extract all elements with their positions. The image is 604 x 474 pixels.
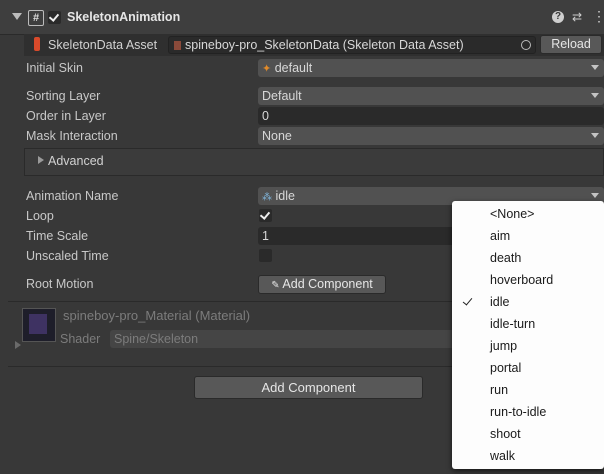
advanced-box — [24, 148, 604, 176]
animation-icon: ⁂ — [262, 192, 272, 203]
help-icon[interactable]: ? — [552, 11, 564, 23]
skeleton-data-field[interactable]: spineboy-pro_SkeletonData (Skeleton Data… — [168, 36, 536, 54]
menu-item-run[interactable]: run — [490, 380, 508, 400]
menu-item-aim[interactable]: aim — [490, 226, 510, 246]
script-icon: # — [28, 10, 44, 26]
wand-icon: ✎ — [271, 280, 280, 291]
unscaled-checkbox[interactable] — [259, 249, 272, 262]
sorting-layer-value: Default — [262, 89, 302, 103]
animation-dropdown-menu: <None> aim death hoverboard idle idle-tu… — [452, 201, 604, 469]
skin-icon: ✦ — [262, 63, 272, 75]
check-icon — [462, 295, 473, 306]
initial-skin-dropdown[interactable]: ✦ default — [258, 59, 604, 77]
initial-skin-label: Initial Skin — [26, 61, 83, 75]
menu-item-hoverboard[interactable]: hoverboard — [490, 270, 553, 290]
menu-item-idle[interactable]: idle — [490, 292, 509, 312]
loop-checkbox[interactable] — [259, 209, 272, 222]
sorting-layer-label: Sorting Layer — [26, 89, 101, 103]
root-motion-label: Root Motion — [26, 277, 94, 291]
initial-skin-value: default — [274, 61, 313, 75]
object-picker-icon[interactable] — [521, 40, 531, 50]
loop-label: Loop — [26, 209, 54, 223]
unscaled-label: Unscaled Time — [26, 249, 109, 263]
menu-item-run-to-idle[interactable]: run-to-idle — [490, 402, 546, 422]
order-input[interactable]: 0 — [258, 107, 604, 125]
material-thumbnail — [22, 308, 56, 342]
reload-button[interactable]: Reload — [540, 35, 602, 54]
chevron-down-icon — [591, 133, 599, 138]
context-menu-icon[interactable]: ⋮ — [592, 8, 604, 25]
animation-value: idle — [275, 189, 295, 203]
shader-dropdown[interactable]: Spine/Skeleton — [110, 330, 455, 348]
menu-item-none[interactable]: <None> — [490, 204, 534, 224]
order-label: Order in Layer — [26, 109, 106, 123]
material-foldout-icon[interactable] — [15, 341, 21, 349]
menu-item-shoot[interactable]: shoot — [490, 424, 521, 444]
enabled-checkbox[interactable] — [48, 11, 61, 24]
spine-icon — [34, 37, 40, 51]
component-title: SkeletonAnimation — [67, 10, 181, 24]
add-component-button[interactable]: Add Component — [194, 376, 423, 399]
skeleton-data-label: SkeletonData Asset — [48, 38, 158, 52]
sorting-layer-dropdown[interactable]: Default — [258, 87, 604, 105]
advanced-foldout-icon[interactable] — [38, 156, 44, 164]
animation-label: Animation Name — [26, 189, 119, 203]
timescale-label: Time Scale — [26, 229, 89, 243]
chevron-down-icon — [591, 65, 599, 70]
menu-item-walk[interactable]: walk — [490, 446, 515, 466]
menu-item-idle-turn[interactable]: idle-turn — [490, 314, 535, 334]
mask-dropdown[interactable]: None — [258, 127, 604, 145]
menu-item-jump[interactable]: jump — [490, 336, 517, 356]
preset-icon[interactable]: ⇄ — [572, 10, 582, 24]
asset-icon — [174, 41, 181, 50]
menu-item-portal[interactable]: portal — [490, 358, 521, 378]
advanced-label[interactable]: Advanced — [48, 154, 104, 168]
root-motion-add-label: Add Component — [282, 277, 373, 291]
mask-value: None — [262, 129, 292, 143]
skeleton-data-value: spineboy-pro_SkeletonData (Skeleton Data… — [185, 38, 464, 52]
root-motion-add-button[interactable]: ✎ Add Component — [258, 275, 386, 294]
material-name: spineboy-pro_Material (Material) — [63, 308, 251, 323]
chevron-down-icon — [591, 193, 599, 198]
shader-value: Spine/Skeleton — [114, 332, 199, 346]
shader-label: Shader — [60, 332, 101, 346]
mask-label: Mask Interaction — [26, 129, 118, 143]
chevron-down-icon — [591, 93, 599, 98]
foldout-arrow-icon[interactable] — [12, 13, 22, 20]
menu-item-death[interactable]: death — [490, 248, 521, 268]
